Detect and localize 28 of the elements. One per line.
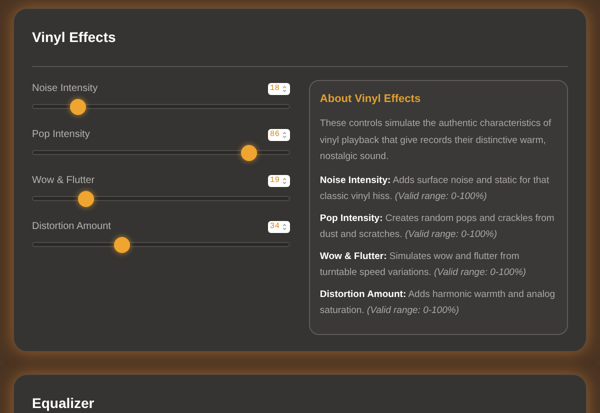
info-paragraph: Noise Intensity: Adds surface noise and static for that classic vinyl hiss. (Valid range: 0-100%) [320, 174, 550, 204]
spinner-icon [282, 176, 287, 184]
info-title: About Vinyl Effects [320, 92, 422, 107]
slider-thumb[interactable] [78, 191, 94, 207]
slider-thumb[interactable] [240, 145, 257, 161]
number-field[interactable]: 18 [268, 82, 290, 94]
slider-label: Pop Intensity [32, 128, 90, 142]
number-field[interactable]: 86 [268, 128, 290, 140]
spinner-icon [282, 222, 287, 230]
slider-label: Wow & Flutter [32, 174, 95, 188]
slider-label: Noise Intensity [32, 82, 98, 96]
info-paragraph: These controls simulate the authentic characteristics of vinyl playback that give records their distinctive warm, nostalgic sound. [320, 117, 552, 164]
number-field[interactable]: 34 [268, 220, 290, 232]
slider[interactable] [32, 145, 290, 161]
slider[interactable] [32, 237, 290, 253]
number-field[interactable]: 19 [268, 174, 290, 186]
slider[interactable] [32, 191, 290, 207]
slider[interactable] [32, 99, 290, 115]
slider-thumb[interactable] [70, 99, 86, 115]
slider-thumb[interactable] [114, 237, 130, 253]
info-paragraph: Distortion Amount: Adds harmonic warmth and analog saturation. (Valid range: 0-100%) [320, 288, 556, 318]
spinner-icon [282, 84, 287, 92]
info-paragraph: Pop Intensity: Creates random pops and crackles from dust and scratches. (Valid range: 0-100%) [320, 212, 556, 242]
spinner-icon [282, 130, 287, 138]
panel-title: Equalizer [32, 392, 568, 413]
info-paragraph: Wow & Flutter: Simulates wow and flutter from turntable speed variations. (Valid range: 0-100%) [320, 250, 528, 280]
slider-label: Distortion Amount [32, 220, 111, 234]
panel-title: Vinyl Effects [32, 27, 568, 67]
